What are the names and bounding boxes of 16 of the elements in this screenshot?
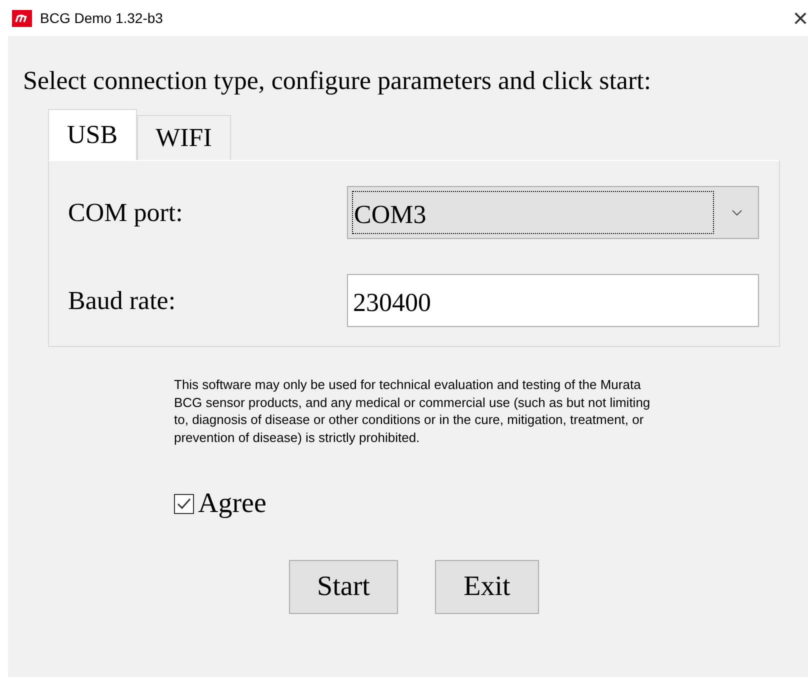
window-title: BCG Demo 1.32-b3 [40, 10, 163, 26]
app-logo-icon [12, 10, 32, 26]
instruction-heading: Select connection type, configure parameters and click start: [22, 66, 652, 96]
disclaimer-text: This software may only be used for technical evaluation and testing of the Murata BCG sensor products, and any medical or commercial use (such as but not limiting to, diagnosis of disease or other conditions or in the cure, mitigation, treatment, or prevention of disease) is strictly prohibited. [174, 376, 652, 446]
tab[interactable]: USB [48, 109, 137, 160]
chevron-down-icon [732, 210, 742, 216]
baud-rate-field[interactable]: 230400 [347, 274, 759, 327]
tab[interactable]: WIFI [136, 115, 231, 160]
field-label: COM port: [68, 198, 184, 228]
agree-checkbox[interactable] [174, 494, 194, 514]
agree-label: Agree [198, 488, 266, 520]
close-button[interactable]: × [792, 5, 808, 31]
dialog-button[interactable]: Start [289, 560, 398, 614]
com-port-dropdown[interactable]: COM3 [347, 186, 759, 239]
dialog-button[interactable]: Exit [435, 560, 539, 614]
field-label: Baud rate: [68, 286, 177, 316]
